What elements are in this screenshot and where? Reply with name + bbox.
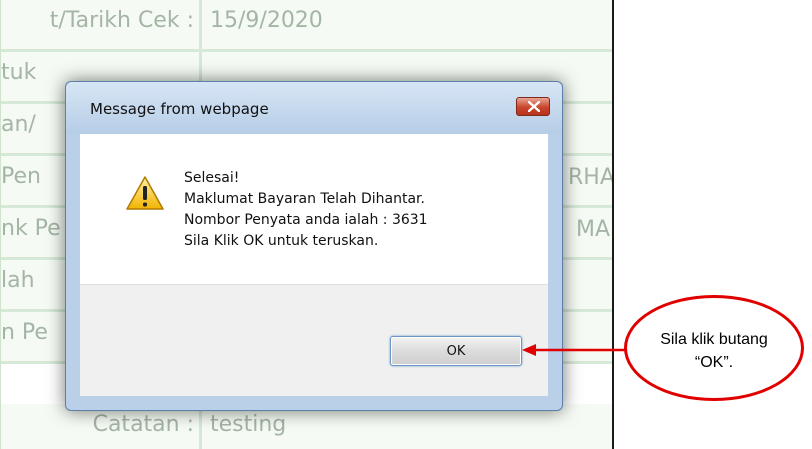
message-line: Sila Klik OK untuk teruskan. [184,233,379,249]
close-button[interactable] [516,97,550,116]
callout-text: Sila klik butang “OK”. [627,328,801,374]
dialog-titlebar[interactable]: Message from webpage [66,82,562,134]
form-label: lah [1,268,35,293]
form-label: t/Tarikh Cek : [49,8,194,33]
form-value: testing [210,412,287,437]
form-value: RHA [568,165,614,190]
message-line: Maklumat Bayaran Telah Dihantar. [184,191,425,207]
form-label: Pen [1,164,41,189]
form-label: an/ [1,112,36,137]
message-dialog: Message from webpage Selesai! Maklumat B… [65,81,563,411]
callout-line: “OK”. [694,354,734,371]
form-label: n Pe [1,320,48,345]
ok-button[interactable]: OK [390,336,522,366]
annotation-callout: Sila klik butang “OK”. [624,295,804,401]
dialog-footer: OK [80,284,548,396]
dialog-body: Selesai! Maklumat Bayaran Telah Dihantar… [80,134,548,284]
form-value: MA [576,217,611,242]
dialog-message: Selesai! Maklumat Bayaran Telah Dihantar… [184,168,428,252]
warning-icon [126,176,164,210]
form-label: nk Pe [1,216,61,241]
message-line: Selesai! [184,170,240,186]
message-line: Nombor Penyata anda ialah : 3631 [184,212,428,228]
form-label: tuk [1,60,37,85]
form-row-tarikh-cek: t/Tarikh Cek : 15/9/2020 [1,0,612,52]
close-icon [528,101,540,112]
form-label: Catatan : [92,412,194,437]
form-value: 15/9/2020 [210,8,323,33]
dialog-title: Message from webpage [90,100,269,118]
callout-line: Sila klik butang [660,331,768,348]
arrow-icon [522,344,626,356]
